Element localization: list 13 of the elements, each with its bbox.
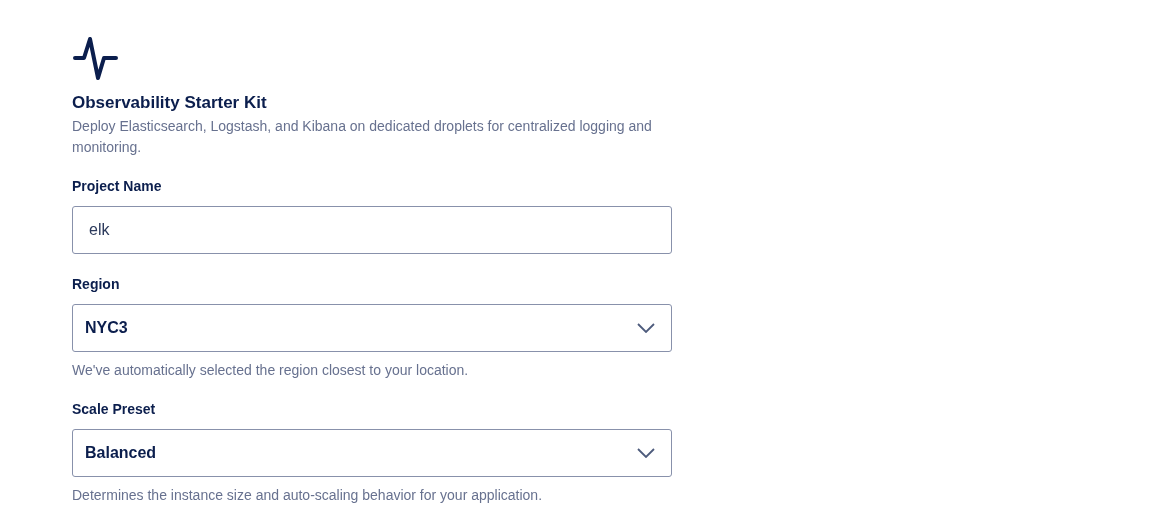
dropdown[interactable]: Balanced xyxy=(72,429,672,477)
chevron-down-icon xyxy=(637,323,655,333)
field-label: Scale Preset xyxy=(72,400,157,419)
chevron-down-icon xyxy=(637,448,655,458)
dropdown[interactable]: NYC3 xyxy=(72,304,672,352)
pulse-icon xyxy=(72,36,118,82)
field-hint: Determines the instance size and auto-scaling behavior for your application. xyxy=(72,486,544,504)
input-field[interactable]: elk xyxy=(72,206,672,254)
kit-description: Deploy Elasticsearch, Logstash, and Kibana on dedicated droplets for centralized logging and monitoring. xyxy=(72,117,653,157)
field-hint: We've automatically selected the region closest to your location. xyxy=(72,361,470,379)
kit-title: Observability Starter Kit xyxy=(72,92,268,114)
field-label: Project Name xyxy=(72,177,163,196)
field-label: Region xyxy=(72,275,121,294)
